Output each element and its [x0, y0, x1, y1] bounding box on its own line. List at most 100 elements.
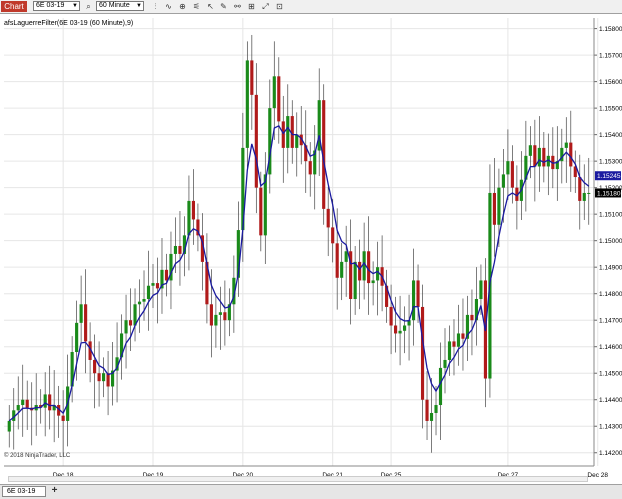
candle-body [48, 394, 52, 411]
y-tick-label: 1.15600 [599, 79, 622, 86]
candle-body [286, 116, 290, 148]
candle-body [61, 415, 65, 421]
candle-body [102, 373, 106, 382]
y-tick-label: 1.14800 [599, 291, 622, 298]
properties-icon[interactable]: ⚟ [191, 1, 202, 12]
candle-body [533, 145, 537, 167]
candle-body [272, 76, 276, 109]
candle-body [7, 420, 11, 432]
candle-body [461, 333, 465, 339]
candle-body [43, 394, 47, 408]
crosshair-icon[interactable]: ✎ [218, 1, 229, 12]
candle-body [398, 330, 402, 334]
candle-body [528, 145, 532, 156]
y-tick-label: 1.15100 [599, 212, 622, 219]
y-tick-label: 1.14900 [599, 265, 622, 272]
candle-body [16, 405, 20, 411]
instrument-value: 6E 03-19 [36, 2, 65, 9]
candle-body [218, 312, 222, 315]
candle-body [376, 267, 380, 281]
y-tick-label: 1.14500 [599, 371, 622, 378]
candle-body [411, 280, 416, 321]
chart-trader-icon[interactable]: ⤢ [260, 1, 271, 12]
candle-body [146, 285, 151, 299]
candle-body [155, 283, 160, 289]
candle-body [510, 161, 514, 188]
bar-type-icon[interactable]: ⫶ [150, 1, 161, 12]
candle-body [402, 325, 407, 331]
pointer-icon[interactable]: ↖ [205, 1, 216, 12]
candle-body [456, 333, 461, 347]
tab-instrument[interactable]: 6E 03-19 [2, 486, 46, 497]
candle-body [331, 227, 335, 244]
search-icon[interactable]: ⌕ [83, 1, 94, 12]
candle-body [353, 261, 357, 299]
strategies-icon[interactable]: ⊞ [246, 1, 257, 12]
indicators-icon[interactable]: ⚯ [232, 1, 243, 12]
candle-body [93, 359, 97, 374]
candle-body [340, 261, 344, 278]
y-tick-label: 1.15300 [599, 159, 622, 166]
templates-icon[interactable]: ⊡ [274, 1, 285, 12]
chevron-down-icon: ▼ [72, 3, 78, 9]
y-tick-label: 1.15000 [599, 238, 622, 245]
candle-body [582, 192, 586, 201]
candle-body [479, 280, 483, 299]
y-tick-label: 1.15400 [599, 132, 622, 139]
zoom-icon[interactable]: ⊕ [177, 1, 188, 12]
candle-body [187, 200, 191, 236]
candle-body [25, 399, 29, 408]
candle-body [277, 76, 281, 122]
candle-body [137, 301, 142, 305]
chevron-down-icon: ▼ [136, 3, 142, 9]
candle-body [223, 312, 227, 321]
candle-body [84, 304, 88, 342]
candle-body [214, 314, 218, 326]
instrument-selector[interactable]: 6E 03-19 ▼ [33, 1, 80, 11]
draw-tool-icon[interactable]: ∿ [163, 1, 174, 12]
candle-body [537, 147, 541, 167]
candle-body [209, 304, 213, 326]
candle-body [420, 306, 425, 400]
x-tick-label: Dec 28 [587, 472, 608, 479]
candle-body [281, 121, 285, 148]
horizontal-scrollbar[interactable] [8, 476, 588, 482]
toolbar: Chart 6E 03-19 ▼ ⌕ 60 Minute ▼ ⫶ ∿ ⊕ ⚟ ↖… [0, 0, 622, 14]
y-tick-label: 1.15500 [599, 106, 622, 113]
candle-body [569, 142, 573, 167]
candle-body [587, 192, 591, 194]
candle-body [447, 341, 452, 360]
y-tick-label: 1.14200 [599, 450, 622, 457]
candle-body [128, 320, 133, 326]
chart-panel[interactable]: 1.14200 1.14300 1.14400 1.14500 1.14600 1.147… [0, 14, 622, 484]
candle-body [164, 269, 169, 281]
candle-body [389, 306, 393, 326]
price-marker-label: 1.15180 [597, 190, 621, 197]
candle-body [358, 261, 362, 281]
candle-body [443, 359, 447, 368]
candle-body [506, 161, 510, 175]
laguerre-filter-line [8, 124, 590, 422]
candle-body [21, 399, 25, 406]
chart-label: Chart [1, 1, 27, 12]
y-tick-label: 1.14700 [599, 318, 622, 325]
candle-body [97, 373, 101, 382]
candle-body [425, 399, 429, 421]
candle-body [501, 174, 505, 188]
candle-body [344, 251, 348, 262]
candle-body [394, 325, 398, 334]
candle-body [416, 280, 420, 307]
candle-body [250, 60, 254, 95]
candle-body [326, 208, 330, 228]
interval-selector[interactable]: 60 Minute ▼ [96, 1, 144, 11]
candle-body [191, 200, 196, 220]
candle-body [308, 161, 312, 175]
candle-body [497, 187, 501, 225]
candle-body [142, 298, 146, 302]
y-tick-label: 1.14300 [599, 424, 622, 431]
add-tab-button[interactable]: + [49, 486, 60, 497]
candle-body [578, 177, 582, 201]
candle-body [75, 322, 79, 353]
y-tick-label: 1.14400 [599, 397, 622, 404]
price-chart[interactable]: 1.14200 1.14300 1.14400 1.14500 1.14600 1.147… [0, 14, 622, 484]
